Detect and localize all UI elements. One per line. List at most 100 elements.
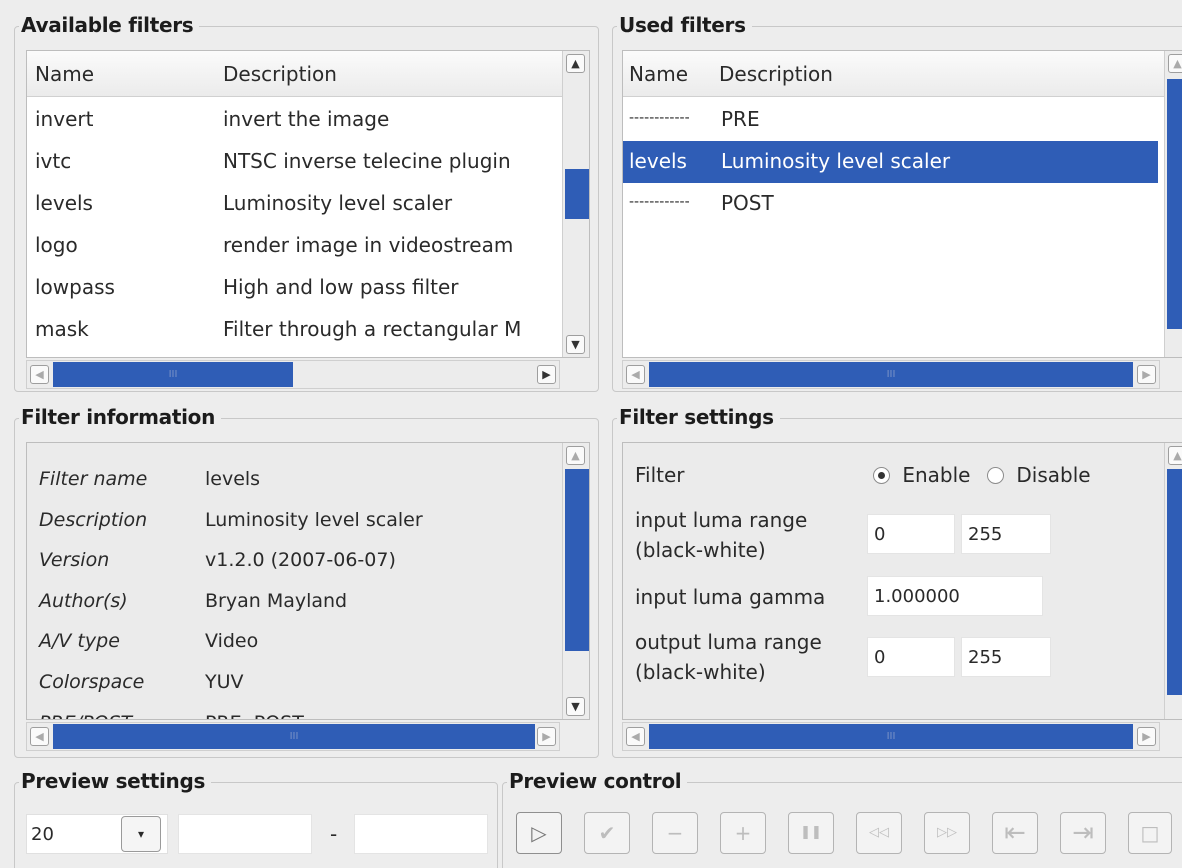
scroll-thumb[interactable]	[565, 169, 589, 219]
add-button[interactable]: +	[720, 812, 766, 854]
used-filters-vscrollbar[interactable]: ▲	[1164, 51, 1182, 357]
filter-information-vscrollbar[interactable]: ▲ ▼	[562, 443, 589, 719]
scroll-thumb[interactable]	[1167, 469, 1182, 695]
scroll-left-icon[interactable]: ◀	[30, 365, 49, 384]
filter-label: Filter	[635, 463, 685, 487]
list-item[interactable]: ------------ PRE	[623, 99, 1158, 141]
available-filters-vscrollbar[interactable]: ▲ ▼	[562, 51, 589, 357]
filter-settings-hscrollbar[interactable]: ◀ III ▶	[622, 722, 1160, 751]
scroll-right-icon[interactable]: ▶	[537, 365, 556, 384]
input-luma-gamma-field[interactable]: 1.000000	[867, 576, 1043, 616]
input-luma-range-label: input luma range (black-white)	[635, 505, 807, 565]
pause-button[interactable]: ❚❚	[788, 812, 834, 854]
scroll-right-icon[interactable]: ▶	[537, 727, 556, 746]
scroll-down-icon[interactable]: ▼	[566, 335, 585, 354]
list-item[interactable]: lowpass High and low pass filter	[27, 267, 589, 309]
scroll-thumb[interactable]: III	[53, 362, 293, 387]
column-header-name[interactable]: Name	[35, 62, 94, 86]
filter-name: levels	[35, 191, 93, 215]
preview-value-combobox[interactable]: 20 ▾	[26, 814, 168, 854]
scroll-down-icon[interactable]: ▼	[566, 697, 585, 716]
scroll-thumb[interactable]: III	[53, 724, 535, 749]
filter-info-labels: Filter name Description Version Author(s…	[39, 459, 148, 719]
column-header-description[interactable]: Description	[719, 62, 833, 86]
filter-information-hscrollbar[interactable]: ◀ III ▶	[26, 722, 560, 751]
column-header-name[interactable]: Name	[629, 62, 688, 86]
skip-to-start-button[interactable]: ⇤	[992, 812, 1038, 854]
scroll-thumb[interactable]: III	[649, 724, 1133, 749]
filter-description: Filter through a rectangular M	[223, 317, 522, 341]
skip-to-end-button[interactable]: ⇥	[1060, 812, 1106, 854]
chevron-down-icon[interactable]: ▾	[121, 816, 161, 852]
range-end-field[interactable]	[354, 814, 488, 854]
scroll-left-icon[interactable]: ◀	[626, 727, 645, 746]
filter-settings-vscrollbar[interactable]: ▲	[1164, 443, 1182, 719]
scroll-up-icon[interactable]: ▲	[1168, 446, 1182, 465]
info-label: Filter name	[39, 468, 148, 490]
list-item[interactable]: mask Filter through a rectangular M	[27, 309, 589, 351]
column-header-description[interactable]: Description	[223, 62, 337, 86]
pause-icon: ❚❚	[800, 825, 822, 840]
scroll-thumb[interactable]	[565, 469, 589, 651]
scroll-grip: III	[289, 731, 299, 742]
fast-forward-button[interactable]: ▷▷	[924, 812, 970, 854]
filter-settings-panel: Filter Enable Disable input luma range (…	[622, 442, 1182, 720]
play-button[interactable]: ▷	[516, 812, 562, 854]
label-line: input luma range	[635, 508, 808, 532]
radio-unchecked-icon[interactable]	[987, 467, 1004, 484]
filter-description: POST	[721, 191, 774, 215]
range-start-field[interactable]	[178, 814, 312, 854]
field-value: 255	[968, 647, 1003, 668]
scroll-thumb[interactable]: III	[649, 362, 1133, 387]
remove-minus-icon: −	[666, 821, 684, 845]
list-item[interactable]: levels Luminosity level scaler	[27, 183, 589, 225]
available-filters-header: Name Description	[27, 51, 562, 97]
list-item[interactable]: logo render image in videostream	[27, 225, 589, 267]
info-label: Description	[39, 508, 148, 531]
scroll-right-icon[interactable]: ▶	[1137, 365, 1156, 384]
radio-checked-icon[interactable]	[873, 467, 890, 484]
available-filters-list[interactable]: Name Description invert invert the image …	[26, 50, 590, 358]
filter-settings-title: Filter settings	[617, 405, 780, 429]
filter-description: Luminosity level scaler	[721, 149, 951, 173]
filter-name: invert	[35, 107, 94, 131]
output-luma-min-field[interactable]: 0	[867, 637, 955, 677]
scroll-right-icon[interactable]: ▶	[1137, 727, 1156, 746]
info-value: Luminosity level scaler	[205, 508, 423, 531]
input-luma-min-field[interactable]: 0	[867, 514, 955, 554]
available-filters-hscrollbar[interactable]: ◀ III ▶	[26, 360, 560, 389]
scroll-left-icon[interactable]: ◀	[30, 727, 49, 746]
scroll-up-icon[interactable]: ▲	[566, 54, 585, 73]
scroll-up-icon[interactable]: ▲	[566, 446, 585, 465]
filter-name: logo	[35, 233, 78, 257]
scroll-up-icon[interactable]: ▲	[1168, 54, 1182, 73]
used-filters-hscrollbar[interactable]: ◀ III ▶	[622, 360, 1160, 389]
list-item[interactable]: invert invert the image	[27, 99, 589, 141]
filter-description: High and low pass filter	[223, 275, 459, 299]
scroll-thumb[interactable]	[1167, 79, 1182, 329]
add-plus-icon: +	[734, 821, 752, 845]
output-luma-max-field[interactable]: 255	[961, 637, 1051, 677]
rewind-icon: ◁◁	[869, 825, 889, 840]
used-filters-header: Name Description	[623, 51, 1164, 97]
disable-label: Disable	[1016, 463, 1091, 487]
field-value: 1.000000	[874, 586, 960, 607]
preview-settings-title: Preview settings	[19, 769, 212, 793]
list-item[interactable]: ------------ POST	[623, 183, 1158, 225]
input-luma-max-field[interactable]: 255	[961, 514, 1051, 554]
list-item-selected[interactable]: levels Luminosity level scaler	[623, 141, 1158, 183]
scroll-left-icon[interactable]: ◀	[626, 365, 645, 384]
scroll-grip: III	[886, 731, 896, 742]
used-filters-list[interactable]: Name Description ------------ PRE levels L…	[622, 50, 1182, 358]
filter-name: ------------	[629, 110, 690, 126]
range-separator: -	[330, 822, 338, 846]
apply-button[interactable]: ✔	[584, 812, 630, 854]
list-item[interactable]: ivtc NTSC inverse telecine plugin	[27, 141, 589, 183]
stop-button[interactable]: □	[1128, 812, 1172, 854]
disable-radio[interactable]: Disable	[987, 463, 1091, 487]
combobox-value: 20	[31, 824, 54, 845]
enable-radio[interactable]: Enable	[873, 463, 970, 487]
rewind-button[interactable]: ◁◁	[856, 812, 902, 854]
filter-name: levels	[629, 149, 687, 173]
remove-button[interactable]: −	[652, 812, 698, 854]
